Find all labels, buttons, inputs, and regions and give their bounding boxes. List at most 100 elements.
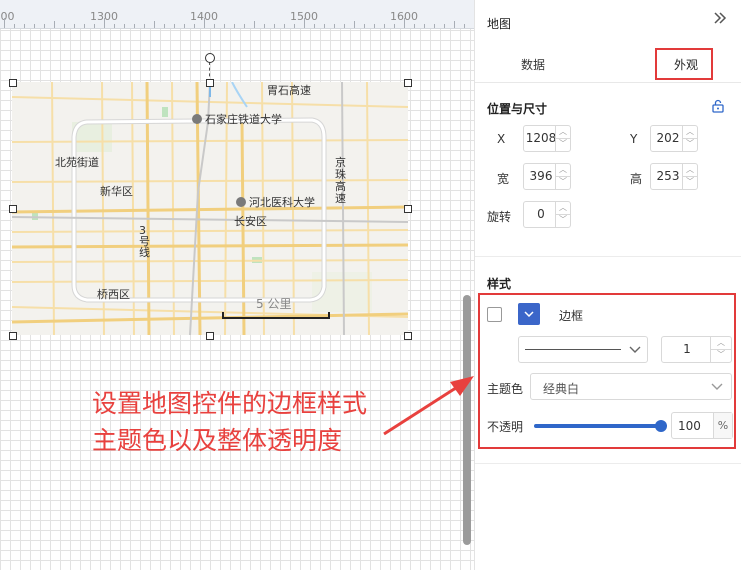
ruler-tick bbox=[294, 24, 295, 28]
ruler-tick bbox=[314, 24, 315, 28]
map-scale-bar bbox=[222, 312, 330, 319]
map-scale-label: 5 公里 bbox=[256, 297, 292, 311]
ruler-tick bbox=[14, 24, 15, 28]
ruler-tick bbox=[94, 24, 95, 28]
decrement-icon[interactable]: ﹀ bbox=[556, 138, 570, 150]
poi-icon bbox=[192, 114, 202, 124]
map-label-highway: 京珠高速 bbox=[335, 156, 346, 205]
resize-handle-ne[interactable] bbox=[404, 79, 412, 87]
ruler-tick bbox=[234, 24, 235, 28]
ruler-tick bbox=[34, 24, 35, 28]
annotation-arrow bbox=[383, 376, 474, 436]
border-width-input[interactable]: 1 ︿ ﹀ bbox=[661, 336, 732, 363]
ruler-tick bbox=[334, 24, 335, 28]
ruler-tick bbox=[454, 21, 455, 28]
ruler-tick bbox=[114, 24, 115, 28]
panel-tabs: 数据 外观 bbox=[475, 42, 741, 83]
ruler-tick bbox=[244, 24, 245, 28]
ruler-tick bbox=[24, 24, 25, 28]
resize-handle-w[interactable] bbox=[9, 205, 17, 213]
decrement-icon[interactable]: ﹀ bbox=[683, 138, 697, 150]
ruler-tick bbox=[174, 24, 175, 28]
ruler-tick bbox=[364, 24, 365, 28]
ruler-tick bbox=[134, 24, 135, 28]
ruler-tick bbox=[74, 24, 75, 28]
design-canvas[interactable]: 200 1300 1400 1500 1600 bbox=[0, 0, 474, 570]
resize-handle-nw[interactable] bbox=[9, 79, 17, 87]
ruler-tick bbox=[154, 21, 155, 28]
resize-handle-sw[interactable] bbox=[9, 332, 17, 340]
tab-data[interactable]: 数据 bbox=[521, 56, 545, 73]
ruler-tick bbox=[374, 24, 375, 28]
theme-label: 主题色 bbox=[487, 382, 524, 396]
highlight-box bbox=[655, 48, 713, 80]
ruler-tick bbox=[144, 24, 145, 28]
annotation-line: 主题色以及整体透明度 bbox=[92, 426, 343, 455]
ruler-tick bbox=[464, 24, 465, 28]
map-label-district: 北苑街道 bbox=[55, 156, 99, 169]
rotate-input[interactable]: 0 ︿ ﹀ bbox=[523, 201, 571, 228]
y-input[interactable]: 202 ︿ ﹀ bbox=[650, 125, 698, 152]
decrement-icon[interactable]: ﹀ bbox=[556, 176, 570, 188]
x-input[interactable]: 1208 ︿ ﹀ bbox=[523, 125, 571, 152]
double-chevron-right-icon[interactable] bbox=[713, 11, 727, 29]
ruler-tick bbox=[284, 24, 285, 28]
ruler-tick bbox=[54, 21, 55, 28]
panel-title: 地图 bbox=[487, 17, 512, 31]
ruler-tick bbox=[394, 24, 395, 28]
resize-handle-se[interactable] bbox=[404, 332, 412, 340]
ruler-tick bbox=[124, 24, 125, 28]
ruler-tick bbox=[444, 24, 445, 28]
rotate-label: 旋转 bbox=[487, 210, 512, 224]
y-label: Y bbox=[630, 132, 638, 146]
resize-handle-e[interactable] bbox=[404, 205, 412, 213]
resize-handle-n[interactable] bbox=[206, 79, 214, 87]
ruler-tick bbox=[224, 24, 225, 28]
width-input[interactable]: 396 ︿ ﹀ bbox=[523, 163, 571, 190]
chevron-down-icon bbox=[711, 383, 723, 390]
border-style-select[interactable] bbox=[518, 336, 648, 363]
solid-line-preview bbox=[525, 349, 621, 350]
border-color-picker[interactable] bbox=[518, 303, 540, 325]
horizontal-ruler: 200 1300 1400 1500 1600 bbox=[0, 0, 474, 29]
ruler-tick bbox=[404, 18, 405, 28]
ruler-tick bbox=[184, 24, 185, 28]
height-input[interactable]: 253 ︿ ﹀ bbox=[650, 163, 698, 190]
ruler-tick bbox=[64, 24, 65, 28]
opacity-slider-track[interactable] bbox=[534, 424, 660, 428]
ruler-tick bbox=[414, 24, 415, 28]
annotation-text: 设置地图控件的边框样式 主题色以及整体透明度 bbox=[92, 385, 367, 459]
chevron-down-icon bbox=[524, 311, 534, 317]
opacity-input[interactable]: 100 % bbox=[671, 412, 733, 439]
section-divider bbox=[475, 256, 741, 257]
map-label-poi: 河北医科大学 bbox=[236, 194, 315, 210]
resize-handle-s[interactable] bbox=[206, 332, 214, 340]
map-label-district: 长安区 bbox=[234, 215, 267, 228]
ruler-tick bbox=[254, 21, 255, 28]
ruler-tick bbox=[304, 18, 305, 28]
decrement-icon[interactable]: ﹀ bbox=[556, 214, 570, 226]
panel-header: 地图 bbox=[475, 0, 741, 42]
section-divider bbox=[475, 463, 741, 464]
map-widget[interactable]: 胃石高速 石家庄铁道大学 北苑街道 新华区 京珠高速 河北医科大学 长安区 3号… bbox=[12, 82, 408, 335]
border-checkbox[interactable] bbox=[487, 307, 502, 322]
ruler-tick bbox=[384, 24, 385, 28]
theme-select[interactable]: 经典白 bbox=[530, 373, 732, 400]
decrement-icon[interactable]: ﹀ bbox=[711, 349, 731, 361]
rotation-handle[interactable] bbox=[205, 53, 215, 63]
ruler-tick bbox=[434, 24, 435, 28]
ruler-tick bbox=[344, 24, 345, 28]
property-panel: 地图 数据 外观 位置与尺寸 X 1208 ︿ ﹀ Y 202 ︿ ﹀ 宽 396 … bbox=[474, 0, 741, 570]
border-label: 边框 bbox=[559, 309, 584, 323]
decrement-icon[interactable]: ﹀ bbox=[683, 176, 697, 188]
map-label-poi: 石家庄铁道大学 bbox=[192, 111, 282, 127]
opacity-label: 不透明 bbox=[487, 420, 524, 434]
ruler-tick bbox=[424, 24, 425, 28]
chevron-down-icon bbox=[629, 346, 641, 353]
map-label-district: 桥西区 bbox=[97, 288, 130, 301]
ruler-tick bbox=[204, 18, 205, 28]
poi-icon bbox=[236, 197, 246, 207]
opacity-slider-handle[interactable] bbox=[655, 420, 667, 432]
ruler-tick bbox=[164, 24, 165, 28]
unlock-icon[interactable] bbox=[711, 99, 725, 116]
